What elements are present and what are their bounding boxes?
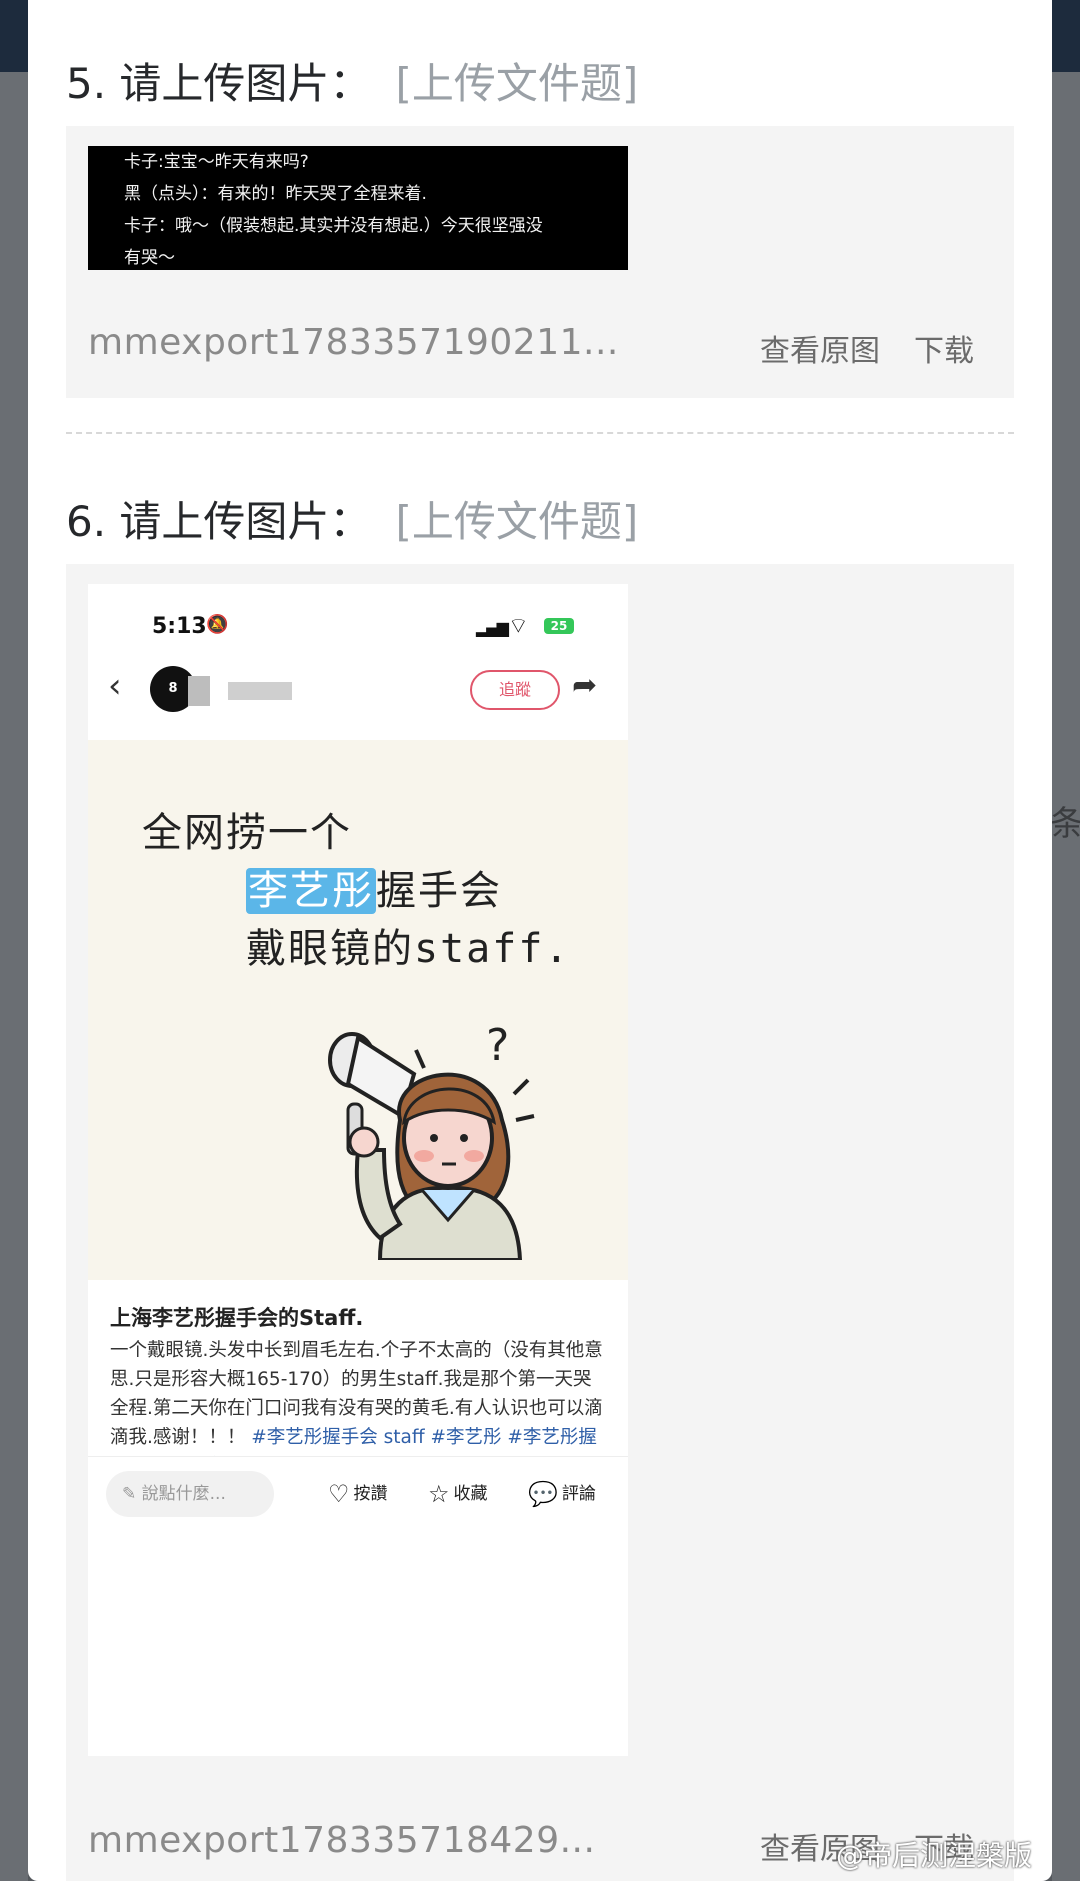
comment-input[interactable]: ✎ 說點什麼... (106, 1471, 274, 1517)
svg-text:?: ? (486, 1020, 509, 1071)
blurred-username-tail (228, 682, 292, 700)
post-title: 上海李艺彤握手会的Staff. (110, 1306, 364, 1330)
poster-line-3: 戴眼镜的staff. (246, 926, 571, 972)
question-5-filename: mmexport1783357190211... (88, 322, 619, 363)
question-5-label: 5. 请上传图片： (66, 59, 372, 108)
chat-line-4: 有哭～ (124, 248, 175, 268)
status-time: 5:13 (152, 614, 207, 639)
question-5-image-thumbnail[interactable]: 卡子:宝宝～昨天有来吗? 黑（点头）：有来的！昨天哭了全程来着. 卡子：哦～（假… (88, 146, 628, 270)
question-6-filename: mmexport178335718429... (88, 1820, 596, 1861)
wifi-icon: ⌔ (508, 614, 529, 639)
heart-icon: ♡ (328, 1480, 350, 1508)
comment-button[interactable]: 💬 評論 (528, 1479, 596, 1508)
post-image: 全网捞一个 李艺彤握手会 戴眼镜的staff. ? (88, 740, 628, 1280)
question-6-label: 6. 请上传图片： (66, 497, 372, 546)
speech-bubble-icon: 💬 (528, 1480, 558, 1508)
share-icon[interactable]: ➦ (572, 668, 597, 703)
poster-line-2: 李艺彤握手会 (246, 858, 502, 916)
chat-line-1: 卡子:宝宝～昨天有来吗? (124, 152, 309, 172)
comment-label: 評論 (561, 1484, 596, 1504)
background-left-edge (0, 72, 28, 1881)
download-button[interactable]: 下载 (914, 326, 974, 370)
follow-button[interactable]: 追蹤 (470, 670, 560, 710)
poster-line-2-rest: 握手会 (376, 868, 502, 914)
favorite-button[interactable]: ☆ 收藏 (428, 1479, 488, 1508)
question-6-type-tag: [上传文件题] (395, 497, 639, 546)
pencil-icon: ✎ (122, 1484, 142, 1504)
favorite-label: 收藏 (453, 1484, 488, 1504)
like-button[interactable]: ♡ 按讚 (328, 1479, 388, 1508)
question-6-image-thumbnail[interactable]: 5:13 🔕 ▂▄▆ ⌔ 25 ‹ 8 追蹤 ➦ 全网捞一个 李艺彤握手会 戴眼… (88, 584, 628, 1756)
background-right-edge: 条 (1050, 72, 1080, 1881)
background-partial-label: 条 (1050, 804, 1080, 844)
back-chevron-icon[interactable]: ‹ (108, 666, 122, 706)
question-divider (66, 432, 1014, 434)
question-6-title: 6. 请上传图片： [上传文件题] (66, 488, 638, 549)
comment-placeholder: 說點什麼... (141, 1484, 226, 1504)
poster-highlight-name: 李艺彤 (246, 868, 376, 914)
star-icon: ☆ (428, 1480, 450, 1508)
like-label: 按讚 (353, 1484, 388, 1504)
megaphone-girl-illustration: ? (328, 1020, 535, 1260)
upload-answers-modal: 5. 请上传图片： [上传文件题] 卡子:宝宝～昨天有来吗? 黑（点头）：有来的！… (28, 0, 1052, 1881)
blurred-username (188, 676, 210, 706)
poster-line-1: 全网捞一个 (142, 810, 352, 856)
question-5-upload-panel: 卡子:宝宝～昨天有来吗? 黑（点头）：有来的！昨天哭了全程来着. 卡子：哦～（假… (66, 126, 1014, 398)
chat-line-3: 卡子：哦～（假装想起.其实并没有想起.）今天很坚强没 (124, 216, 543, 236)
battery-icon: 25 (544, 618, 574, 634)
question-6-upload-panel: 5:13 🔕 ▂▄▆ ⌔ 25 ‹ 8 追蹤 ➦ 全网捞一个 李艺彤握手会 戴眼… (66, 564, 1014, 1881)
comment-bar: ✎ 說點什麼... ♡ 按讚 ☆ 收藏 💬 評論 (88, 1456, 628, 1535)
watermark: @帝后测涅槃版 (836, 1839, 1033, 1872)
view-original-button[interactable]: 查看原图 (760, 326, 880, 370)
signal-icon: ▂▄▆ (476, 618, 509, 637)
question-5-title: 5. 请上传图片： [上传文件题] (66, 50, 638, 111)
question-5-type-tag: [上传文件题] (395, 59, 639, 108)
chat-line-2: 黑（点头）：有来的！昨天哭了全程来着. (124, 184, 427, 204)
silent-bell-icon: 🔕 (206, 614, 229, 635)
